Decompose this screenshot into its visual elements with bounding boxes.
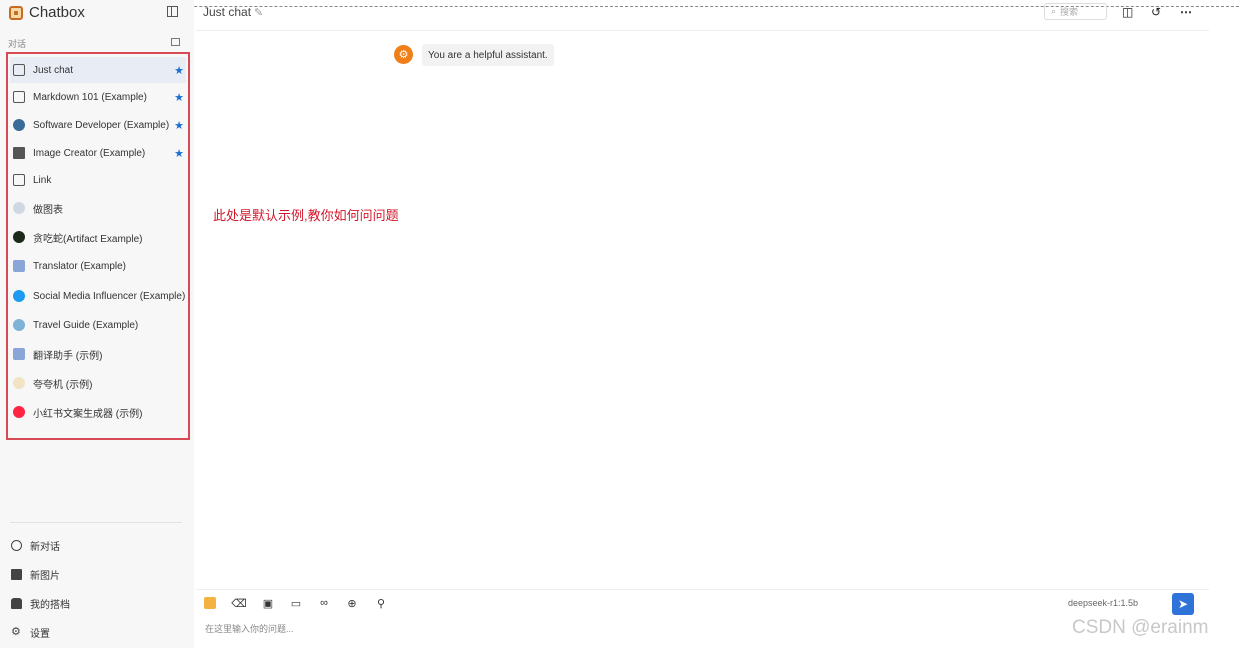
- session-label: 做图表: [33, 204, 63, 216]
- session-item-link[interactable]: Link: [10, 167, 186, 193]
- star-icon[interactable]: ★: [174, 64, 184, 77]
- session-label: Link: [33, 174, 52, 186]
- session-label: 小红书文案生成器 (示例): [33, 408, 143, 420]
- session-item-markdown[interactable]: Markdown 101 (Example) ★: [10, 84, 186, 110]
- session-label: Markdown 101 (Example): [33, 91, 147, 103]
- link-icon[interactable]: ∞: [317, 596, 331, 610]
- message-input[interactable]: 在这里输入你的问题...: [205, 622, 294, 635]
- chat-title[interactable]: Just chat ✎: [203, 5, 263, 19]
- watermark: CSDN @erainm: [1072, 617, 1209, 638]
- session-label: Translator (Example): [33, 260, 126, 272]
- translator-avatar-icon: [13, 348, 25, 360]
- partner-icon: [11, 598, 22, 609]
- new-image-label: 新图片: [30, 571, 60, 582]
- system-message: You are a helpful assistant.: [422, 44, 554, 66]
- image-icon: [13, 147, 25, 159]
- session-label: 夸夸机 (示例): [33, 379, 93, 391]
- session-item-just-chat[interactable]: Just chat ★: [10, 57, 186, 83]
- session-item-xiaohongshu[interactable]: 小红书文案生成器 (示例): [10, 399, 186, 425]
- star-icon[interactable]: ★: [174, 119, 184, 132]
- footer-divider: [10, 522, 182, 523]
- developer-avatar-icon: [13, 119, 25, 131]
- new-image-button[interactable]: 新图片: [11, 567, 60, 582]
- app-title: Chatbox: [29, 4, 85, 21]
- session-label: Software Developer (Example): [33, 119, 170, 131]
- settings-slider-icon[interactable]: ⚲: [374, 596, 388, 610]
- send-icon: ➤: [1177, 597, 1189, 611]
- book-icon[interactable]: ◫: [1122, 5, 1133, 19]
- twitter-avatar-icon: [13, 290, 25, 302]
- brand: Chatbox: [9, 4, 85, 21]
- header-divider: [196, 30, 1209, 31]
- input-divider: [196, 589, 1209, 590]
- session-item-praise[interactable]: 夸夸机 (示例): [10, 370, 186, 396]
- sidebar: Chatbox 对话 Just chat ★ Markdown 101 (Exa…: [0, 0, 194, 648]
- snake-avatar-icon: [13, 231, 25, 243]
- session-item-translate-helper[interactable]: 翻译助手 (示例): [10, 341, 186, 367]
- gear-icon: ⚙: [11, 626, 21, 638]
- translator-avatar-icon: [13, 260, 25, 272]
- image-attach-icon[interactable]: ▣: [261, 596, 275, 610]
- chatbox-logo-icon: [9, 5, 23, 20]
- provider-icon[interactable]: [204, 597, 216, 609]
- system-message-text: You are a helpful assistant.: [428, 49, 548, 61]
- session-item-travel-guide[interactable]: Travel Guide (Example): [10, 312, 186, 338]
- collapse-sidebar-icon[interactable]: [167, 6, 178, 17]
- chat-bubble-icon: [13, 174, 25, 186]
- session-label: 翻译助手 (示例): [33, 350, 103, 362]
- session-label: Social Media Influencer (Example): [33, 290, 186, 302]
- session-list: Just chat ★ Markdown 101 (Example) ★ Sof…: [6, 52, 190, 440]
- plus-circle-icon: [11, 540, 22, 551]
- settings-button[interactable]: ⚙ 设置: [11, 625, 50, 641]
- star-icon[interactable]: ★: [174, 91, 184, 104]
- session-label: Travel Guide (Example): [33, 319, 139, 331]
- more-icon[interactable]: ⋯: [1180, 5, 1192, 19]
- folder-icon[interactable]: ▭: [289, 596, 303, 610]
- history-icon[interactable]: ↺: [1151, 5, 1161, 19]
- praise-avatar-icon: [13, 377, 25, 389]
- chat-bubble-icon: [13, 91, 25, 103]
- session-label: 贪吃蛇(Artifact Example): [33, 233, 143, 245]
- globe-avatar-icon: [13, 319, 25, 331]
- search-placeholder: 搜索: [1060, 7, 1079, 17]
- edit-title-icon[interactable]: ✎: [254, 6, 263, 19]
- new-chat-label: 新对话: [30, 542, 60, 553]
- session-item-chart[interactable]: 做图表: [10, 195, 186, 221]
- session-item-social-media[interactable]: Social Media Influencer (Example): [10, 283, 186, 309]
- session-item-image-creator[interactable]: Image Creator (Example) ★: [10, 140, 186, 166]
- new-chat-button[interactable]: 新对话: [11, 538, 60, 553]
- my-partners-button[interactable]: 我的搭档: [11, 596, 70, 611]
- chat-bubble-icon: [13, 64, 25, 76]
- system-avatar-icon: ⚙: [394, 45, 413, 64]
- send-button[interactable]: ➤: [1172, 593, 1194, 615]
- session-label: Just chat: [33, 64, 74, 76]
- chart-avatar-icon: [13, 202, 25, 214]
- chat-title-text: Just chat: [203, 5, 252, 19]
- session-label: Image Creator (Example): [33, 147, 146, 159]
- session-item-translator[interactable]: Translator (Example): [10, 253, 186, 279]
- archive-icon[interactable]: [171, 38, 180, 46]
- eraser-icon[interactable]: ⌫: [231, 596, 247, 610]
- session-item-software-developer[interactable]: Software Developer (Example) ★: [10, 112, 186, 138]
- my-partners-label: 我的搭档: [30, 600, 70, 611]
- search-icon: ⌕: [1051, 6, 1057, 16]
- session-item-snake[interactable]: 贪吃蛇(Artifact Example): [10, 224, 186, 250]
- new-image-icon: [11, 569, 22, 580]
- search-input[interactable]: ⌕ 搜索: [1044, 3, 1107, 20]
- xiaohongshu-avatar-icon: [13, 406, 25, 418]
- section-label: 对话: [8, 39, 27, 49]
- star-icon[interactable]: ★: [174, 147, 184, 160]
- model-selector[interactable]: deepseek-r1:1.5b: [1068, 598, 1138, 608]
- web-search-icon[interactable]: ⊕: [345, 596, 359, 610]
- settings-label: 设置: [30, 629, 50, 640]
- annotation-text: 此处是默认示例,教你如何问问题: [213, 208, 399, 223]
